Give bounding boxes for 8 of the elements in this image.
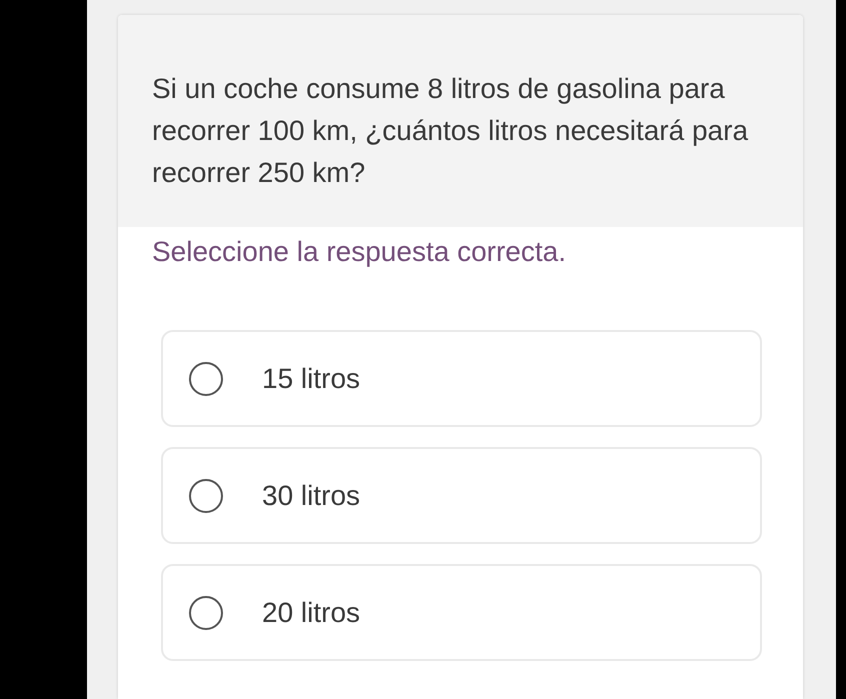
answer-option[interactable]: 20 litros xyxy=(161,564,762,661)
question-text: Si un coche consume 8 litros de gasolina para recorrer 100 km, ¿cuántos litros necesitará para recorrer 250 km? xyxy=(152,72,750,190)
answer-option[interactable]: 30 litros xyxy=(161,447,762,544)
instruction-text: Seleccione la respuesta correcta. xyxy=(152,235,566,269)
radio-button-icon[interactable] xyxy=(189,478,223,512)
radio-button-icon[interactable] xyxy=(189,596,223,630)
answer-option[interactable]: 15 litros xyxy=(161,330,762,427)
radio-button-icon[interactable] xyxy=(189,362,223,396)
